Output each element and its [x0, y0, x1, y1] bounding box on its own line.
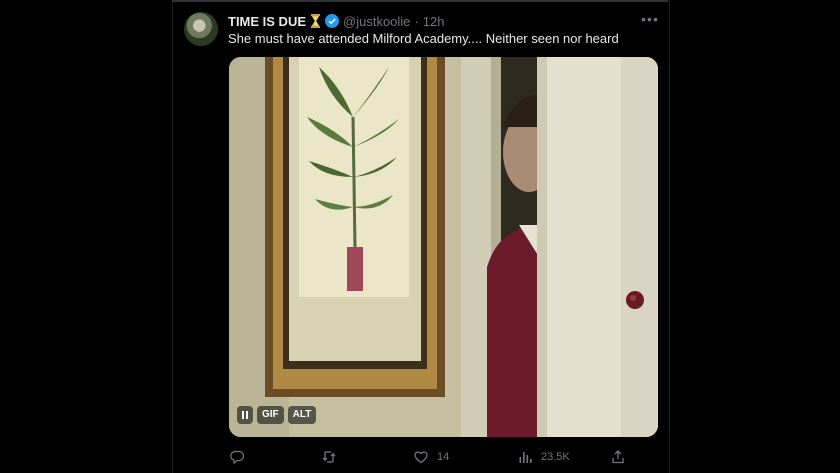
tweet-header: TIME IS DUE @justkoolie · 12h [228, 12, 444, 30]
gif-badge: GIF [257, 406, 284, 424]
views-chart-icon [519, 452, 532, 463]
views-button[interactable]: 23.5K [517, 447, 570, 467]
tweet-text: She must have attended Milford Academy..… [228, 31, 619, 46]
pause-icon[interactable] [237, 406, 253, 424]
display-name[interactable]: TIME IS DUE [228, 14, 306, 29]
more-options-icon[interactable]: ••• [640, 12, 660, 28]
heart-icon [414, 451, 428, 464]
retweet-button[interactable] [321, 447, 345, 467]
reply-icon [230, 450, 245, 465]
verified-badge-icon[interactable] [325, 14, 340, 28]
retweet-icon [322, 451, 336, 463]
views-count: 23.5K [541, 451, 570, 463]
share-button[interactable] [610, 447, 626, 467]
handle[interactable]: @justkoolie [343, 14, 410, 29]
separator-dot: · [414, 13, 419, 29]
hourglass-icon [311, 14, 321, 28]
timestamp[interactable]: 12h [423, 14, 445, 29]
gif-frame [229, 57, 658, 437]
avatar[interactable] [184, 12, 218, 46]
reply-button[interactable] [229, 447, 253, 467]
gif-media[interactable]: GIF ALT [229, 57, 658, 437]
divider [172, 0, 668, 2]
like-button[interactable]: 14 [413, 447, 449, 467]
gif-controls: GIF ALT [237, 406, 317, 424]
alt-button[interactable]: ALT [287, 406, 317, 424]
tweet-actions: 14 23.5K [229, 447, 658, 467]
share-icon [612, 450, 624, 464]
like-count: 14 [437, 451, 450, 463]
